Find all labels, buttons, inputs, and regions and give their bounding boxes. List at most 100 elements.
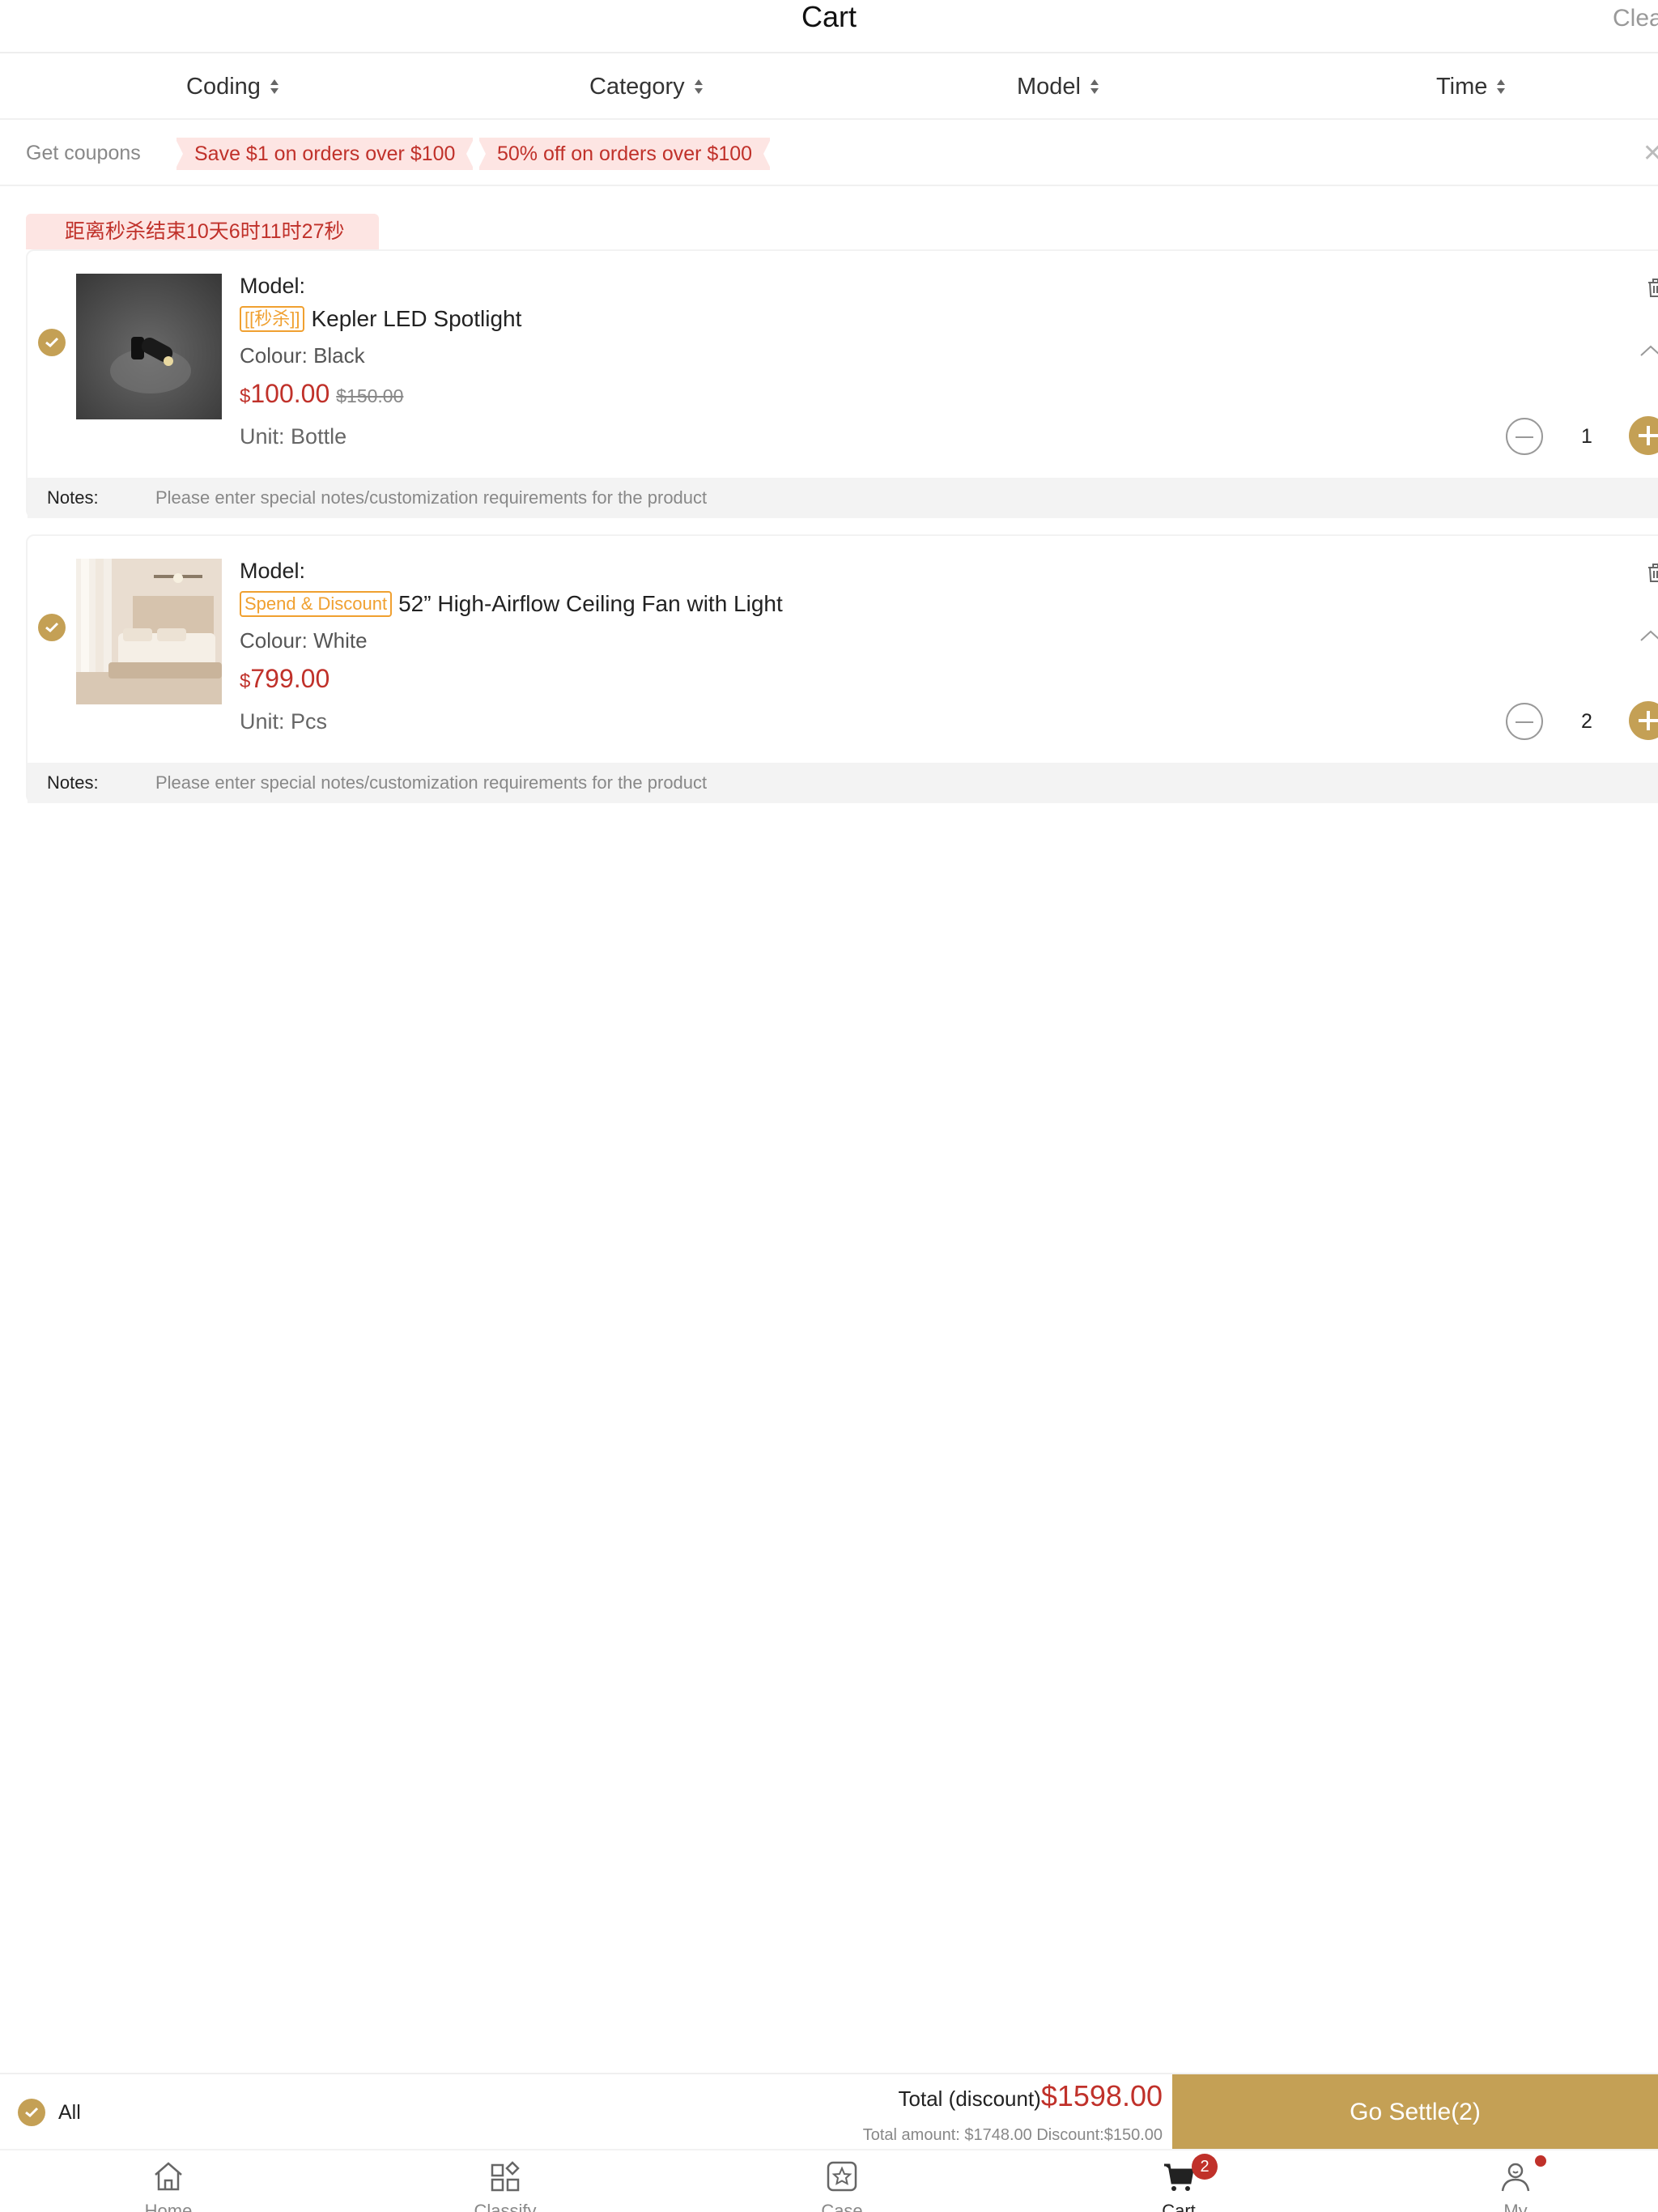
sort-label: Coding (186, 73, 261, 100)
product-name[interactable]: Kepler LED Spotlight (311, 301, 521, 337)
tab-bar: Home Classify Case 2 Cart My (0, 2149, 1658, 2212)
colour-row[interactable]: Colour: White (240, 622, 1373, 659)
name-row: [[秒杀]] Kepler LED Spotlight (240, 301, 1373, 337)
unit-row: Unit: Pcs (240, 698, 1373, 745)
bedroom-image (76, 559, 222, 704)
sort-label: Time (1436, 73, 1488, 100)
model-label: Model: (240, 559, 306, 583)
price-row: $100.00 $150.00 (240, 374, 1373, 413)
total-row: Total (discount)$1598.00 (899, 2079, 1163, 2113)
select-all-label[interactable]: All (58, 2074, 81, 2150)
colour-value: White (313, 628, 368, 653)
page-title: Cart (801, 0, 857, 33)
flash-sale-countdown: 距离秒杀结束10天6时11时27秒 (26, 214, 379, 249)
sort-coding[interactable]: Coding (186, 53, 280, 120)
unit-label: Unit: (240, 709, 285, 734)
increment-button[interactable] (1629, 416, 1658, 455)
sort-label: Model (1017, 73, 1081, 100)
check-icon (45, 337, 59, 348)
decrement-button[interactable] (1506, 703, 1543, 740)
colour-value: Black (313, 343, 365, 368)
coupon-label: Get coupons (26, 142, 141, 164)
coupon-item[interactable]: Save $1 on orders over $100 (174, 138, 475, 170)
user-icon (1501, 2163, 1530, 2192)
unit-value: Pcs (291, 709, 328, 734)
notification-dot (1535, 2155, 1546, 2167)
price-row: $799.00 (240, 659, 1373, 698)
notes-field[interactable]: Notes: Please enter special notes/custom… (28, 763, 1658, 803)
check-icon (45, 622, 59, 633)
total-label: Total (discount) (898, 2087, 1041, 2111)
tab-cart[interactable]: 2 Cart (1114, 2150, 1244, 2212)
original-price: $150.00 (336, 385, 404, 406)
notes-placeholder: Please enter special notes/customization… (155, 487, 708, 508)
unit-row: Unit: Bottle (240, 413, 1373, 460)
tab-label: My (1503, 2201, 1528, 2212)
tab-classify[interactable]: Classify (440, 2150, 570, 2212)
total-amount: $1598.00 (1040, 2079, 1163, 2112)
spotlight-image (76, 274, 222, 419)
quantity-value[interactable]: 1 (1562, 418, 1611, 455)
unit-label: Unit: (240, 424, 285, 449)
sort-label: Category (589, 73, 685, 100)
decrement-button[interactable] (1506, 418, 1543, 455)
trash-icon[interactable] (1643, 560, 1658, 585)
item-info: Model: Spend & Discount 52” High-Airflow… (240, 555, 1373, 745)
sort-category[interactable]: Category (589, 53, 704, 120)
sort-icon (693, 78, 704, 96)
notes-field[interactable]: Notes: Please enter special notes/custom… (28, 478, 1658, 518)
tab-home[interactable]: Home (104, 2150, 233, 2212)
home-icon (155, 2162, 182, 2191)
product-name[interactable]: 52” High-Airflow Ceiling Fan with Light (398, 586, 783, 622)
settle-bar: All Total (discount)$1598.00 Total amoun… (0, 2073, 1658, 2150)
tab-my[interactable]: My (1451, 2150, 1580, 2212)
item-checkbox[interactable] (38, 329, 66, 356)
product-image[interactable] (76, 559, 222, 704)
trash-icon[interactable] (1643, 275, 1658, 300)
sort-icon (1089, 78, 1100, 96)
cart-item: Model: Spend & Discount 52” High-Airflow… (26, 534, 1658, 803)
item-info: Model: [[秒杀]] Kepler LED Spotlight Colou… (240, 270, 1373, 460)
tab-label: Home (144, 2201, 193, 2212)
grid-icon (491, 2161, 520, 2192)
select-all-checkbox[interactable] (18, 2099, 45, 2126)
clear-button[interactable]: Clear (1613, 5, 1658, 32)
total-summary: Total amount: $1748.00 Discount:$150.00 (862, 2126, 1163, 2144)
close-icon[interactable]: ✕ (1643, 139, 1658, 168)
sort-time[interactable]: Time (1436, 53, 1507, 120)
item-checkbox[interactable] (38, 614, 66, 641)
notes-label: Notes: (47, 772, 99, 793)
notes-placeholder: Please enter special notes/customization… (155, 772, 708, 793)
promo-tag: Spend & Discount (240, 591, 393, 617)
price: 100.00 (250, 379, 330, 408)
tab-label: Cart (1162, 2201, 1196, 2212)
currency-symbol: $ (240, 670, 251, 692)
cart-item: Model: [[秒杀]] Kepler LED Spotlight Colou… (26, 249, 1658, 518)
coupon-item[interactable]: 50% off on orders over $100 (477, 138, 772, 170)
sort-bar: Coding Category Model Time (0, 53, 1658, 120)
chevron-up-icon[interactable] (1639, 343, 1658, 359)
header-bar: Cart Clear (0, 0, 1658, 53)
sort-icon (1495, 78, 1507, 96)
quantity-value[interactable]: 2 (1562, 703, 1611, 740)
star-icon (827, 2161, 857, 2192)
increment-button[interactable] (1629, 701, 1658, 740)
model-label: Model: (240, 274, 306, 298)
currency-symbol: $ (240, 385, 251, 407)
sort-icon (269, 78, 280, 96)
price: 799.00 (250, 664, 330, 693)
quantity-stepper: 2 (1506, 701, 1658, 742)
chevron-up-icon[interactable] (1639, 628, 1658, 644)
tab-case[interactable]: Case (777, 2150, 907, 2212)
coupon-bar: Get coupons Save $1 on orders over $100 … (0, 120, 1658, 186)
colour-label: Colour: (240, 628, 308, 653)
promo-tag: [[秒杀]] (240, 306, 305, 332)
colour-label: Colour: (240, 343, 308, 368)
unit-value: Bottle (291, 424, 347, 449)
tab-label: Classify (474, 2201, 537, 2212)
notes-label: Notes: (47, 487, 99, 508)
product-image[interactable] (76, 274, 222, 419)
settle-button[interactable]: Go Settle(2) (1172, 2074, 1658, 2150)
sort-model[interactable]: Model (1017, 53, 1100, 120)
colour-row[interactable]: Colour: Black (240, 337, 1373, 374)
